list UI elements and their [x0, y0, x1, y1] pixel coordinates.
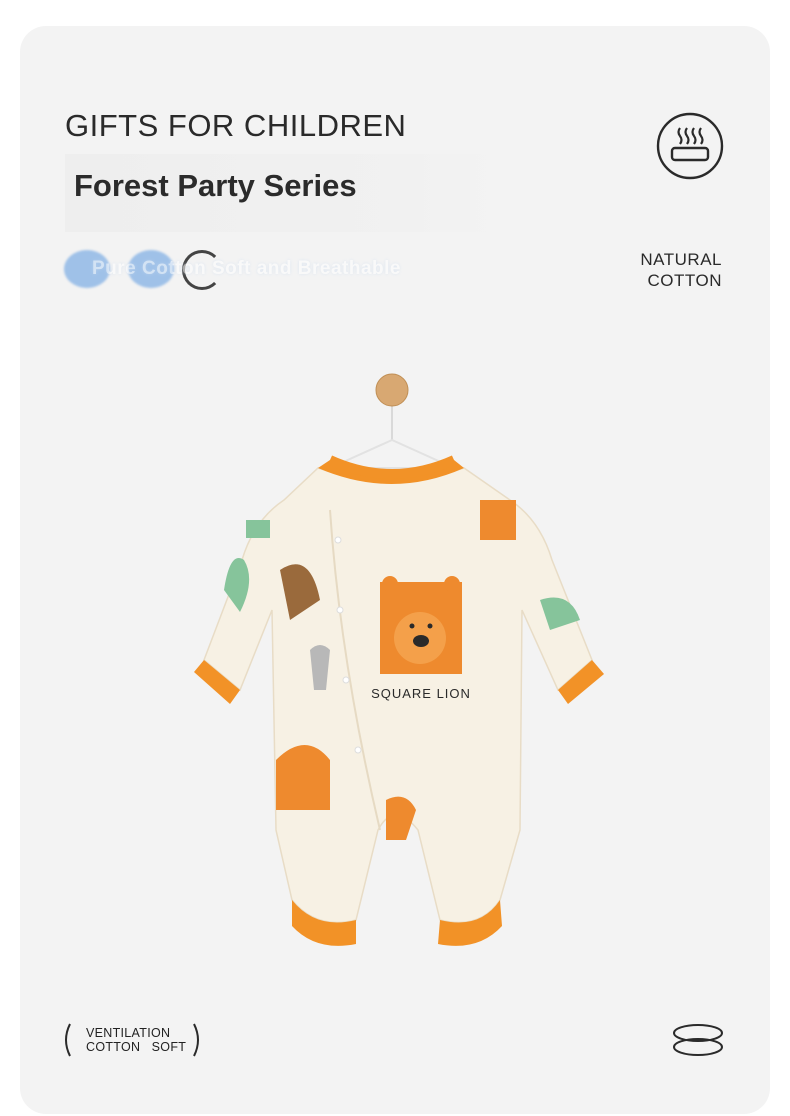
eyebrow-title: GIFTS FOR CHILDREN	[65, 108, 407, 143]
badge-line-2: COTTON	[647, 271, 722, 290]
badge-line-1: NATURAL	[640, 250, 722, 269]
feature-text: Pure Cotton Soft and Breathable	[92, 258, 401, 279]
romper-product-image: SQUARE LION	[194, 373, 604, 946]
vent-line-2: COTTON SOFT	[86, 1040, 187, 1054]
feature-row: Pure Cotton Soft and Breathable	[64, 248, 504, 290]
series-title: Forest Party Series	[74, 168, 357, 203]
romper-body: SQUARE LION	[194, 455, 604, 946]
ventilation-label: VENTILATION COTTON SOFT	[86, 1026, 186, 1054]
print-text: SQUARE LION	[371, 686, 471, 701]
vent-line-1: VENTILATION	[86, 1026, 171, 1040]
hanger-icon	[329, 373, 455, 469]
natural-cotton-badge: NATURAL COTTON	[612, 249, 722, 291]
stacked-rings-icon	[673, 1024, 723, 1056]
heat-steam-icon	[656, 112, 724, 180]
